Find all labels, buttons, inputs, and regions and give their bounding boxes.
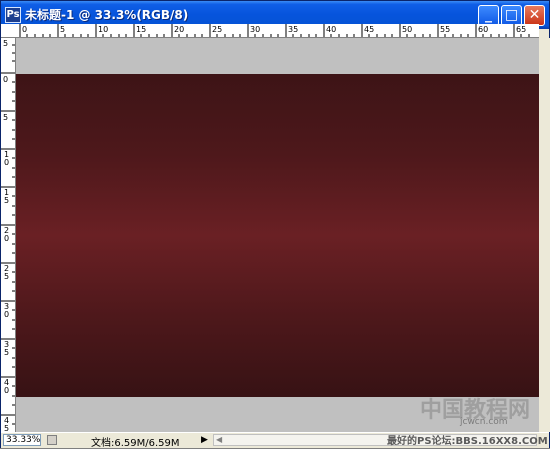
ruler-left-label: 1 0 [4, 150, 10, 167]
ruler-left-label: 2 5 [4, 264, 10, 281]
status-menu-icon[interactable] [47, 435, 57, 445]
horizontal-ruler[interactable]: 0 5 10 15 20 25 30 35 40 45 50 55 60 65 [15, 24, 539, 38]
zoom-level-field[interactable]: 33.33% [3, 434, 41, 446]
window-title: 未标题-1 @ 33.3%(RGB/8) [25, 8, 189, 22]
ruler-top-label: 5 [60, 25, 65, 34]
ruler-top-label: 50 [402, 25, 412, 34]
ruler-top-label: 25 [212, 25, 222, 34]
maximize-button[interactable]: □ [501, 5, 522, 26]
ruler-top-label: 0 [22, 25, 27, 34]
status-arrow-icon[interactable]: ▶ [201, 435, 208, 445]
ruler-left-label: 5 [3, 113, 9, 122]
ruler-origin[interactable] [1, 24, 16, 38]
scroll-left-arrow-icon[interactable]: ◀ [216, 435, 222, 444]
photoshop-document-icon: Ps [5, 7, 21, 23]
watermark-subtitle: 最好的PS论坛:BBS.16XX8.COM [387, 436, 548, 447]
ruler-top-label: 40 [326, 25, 336, 34]
ruler-top-label: 35 [288, 25, 298, 34]
ruler-top-label: 45 [364, 25, 374, 34]
ruler-top-label: 20 [174, 25, 184, 34]
ruler-top-label: 55 [440, 25, 450, 34]
vertical-scrollbar[interactable] [539, 38, 550, 432]
ruler-top-label: 15 [136, 25, 146, 34]
document-size-info: 文档:6.59M/6.59M [91, 438, 180, 449]
ruler-top-label: 30 [250, 25, 260, 34]
minimize-button[interactable]: _ [478, 5, 499, 26]
close-button[interactable]: ✕ [524, 5, 545, 26]
ruler-left-label: 4 5 [4, 416, 10, 433]
ruler-left-label: 3 0 [4, 302, 10, 319]
ruler-top-label: 65 [516, 25, 526, 34]
ruler-left-label: 5 [3, 39, 9, 48]
ruler-left-label: 1 5 [4, 188, 10, 205]
ruler-left-label: 0 [3, 75, 9, 84]
ruler-top-label: 10 [98, 25, 108, 34]
ruler-left-label: 3 5 [4, 340, 10, 357]
ruler-left-label: 2 0 [4, 226, 10, 243]
vertical-ruler[interactable]: 5 0 5 1 0 1 5 2 0 2 5 3 0 3 5 4 0 4 5 [1, 37, 16, 433]
watermark-url: jcwcn.com [460, 417, 508, 427]
ruler-left-label: 4 0 [4, 378, 10, 395]
document-canvas[interactable] [16, 74, 539, 397]
ruler-top-label: 60 [478, 25, 488, 34]
document-window: Ps 未标题-1 @ 33.3%(RGB/8) _ □ ✕ 0 5 10 15 … [0, 0, 550, 449]
canvas-area[interactable] [16, 38, 539, 432]
